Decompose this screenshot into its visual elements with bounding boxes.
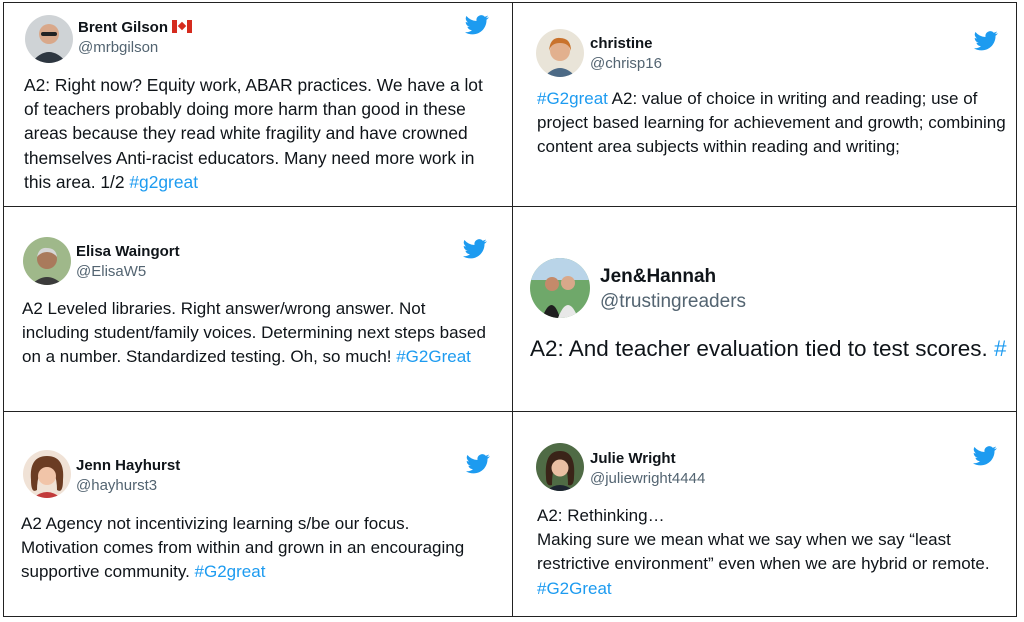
hashtag-link[interactable]: #g2great: [129, 172, 198, 192]
tweet-card[interactable]: Elisa Waingort @ElisaW5 A2 Leveled libra…: [4, 207, 511, 410]
tweet-body: A2: value of choice in writing and readi…: [537, 89, 1006, 157]
hashtag-link[interactable]: #G2great: [195, 562, 266, 581]
tweet-text: A2 Agency not incentivizing learning s/b…: [21, 512, 491, 585]
display-name[interactable]: Elisa Waingort: [76, 243, 180, 260]
user-handle[interactable]: @hayhurst3: [76, 477, 157, 494]
tweet-text: A2: Rethinking… Making sure we mean what…: [537, 504, 1007, 601]
tweet-body: A2: Right now? Equity work, ABAR practic…: [24, 75, 483, 192]
user-handle[interactable]: @juliewright4444: [590, 470, 705, 487]
twitter-bird-icon[interactable]: [465, 15, 489, 35]
tweet-card[interactable]: Julie Wright @juliewright4444 A2: Rethin…: [513, 412, 1018, 616]
tweet-collage: Brent Gilson @mrbgilson A2: Right now? E…: [3, 2, 1017, 617]
tweet-first-line: A2: Rethinking…: [537, 506, 665, 525]
tweet-body: A2: And teacher evaluation tied to test …: [530, 336, 995, 361]
display-name[interactable]: Jen&Hannah: [600, 266, 716, 288]
user-handle[interactable]: @trustingreaders: [600, 291, 746, 313]
user-handle[interactable]: @mrbgilson: [78, 39, 158, 56]
tweet-card[interactable]: christine @chrisp16 #G2great A2: value o…: [513, 3, 1018, 205]
hashtag-link[interactable]: #: [994, 336, 1007, 361]
hashtag-link[interactable]: #G2great: [537, 89, 608, 108]
avatar[interactable]: [530, 258, 590, 318]
tweet-text: A2: Right now? Equity work, ABAR practic…: [24, 73, 494, 194]
tweet-card[interactable]: Jen&Hannah @trustingreaders A2: And teac…: [513, 207, 1018, 410]
canada-flag-emoji: [172, 20, 193, 33]
hashtag-link[interactable]: #G2Great: [537, 579, 612, 598]
twitter-bird-icon[interactable]: [466, 454, 490, 474]
user-handle[interactable]: @chrisp16: [590, 55, 662, 72]
tweet-body: Making sure we mean what we say when we …: [537, 530, 990, 574]
twitter-bird-icon[interactable]: [973, 446, 997, 466]
display-name[interactable]: Jenn Hayhurst: [76, 457, 180, 474]
avatar[interactable]: [25, 15, 73, 63]
display-name[interactable]: Brent Gilson: [78, 19, 193, 36]
avatar[interactable]: [23, 450, 71, 498]
display-name[interactable]: christine: [590, 35, 653, 52]
hashtag-link[interactable]: #G2Great: [396, 347, 471, 366]
avatar[interactable]: [536, 29, 584, 77]
avatar[interactable]: [536, 443, 584, 491]
tweet-text: A2 Leveled libraries. Right answer/wrong…: [22, 297, 492, 370]
display-name[interactable]: Julie Wright: [590, 450, 676, 467]
tweet-card[interactable]: Jenn Hayhurst @hayhurst3 A2 Agency not i…: [4, 412, 511, 616]
twitter-bird-icon[interactable]: [463, 239, 487, 259]
avatar[interactable]: [23, 237, 71, 285]
display-name-text: Brent Gilson: [78, 19, 169, 36]
tweet-text: A2: And teacher evaluation tied to test …: [530, 335, 1007, 363]
tweet-text: #G2great A2: value of choice in writing …: [537, 87, 1007, 160]
twitter-bird-icon[interactable]: [974, 31, 998, 51]
tweet-card[interactable]: Brent Gilson @mrbgilson A2: Right now? E…: [4, 3, 511, 205]
user-handle[interactable]: @ElisaW5: [76, 263, 146, 280]
